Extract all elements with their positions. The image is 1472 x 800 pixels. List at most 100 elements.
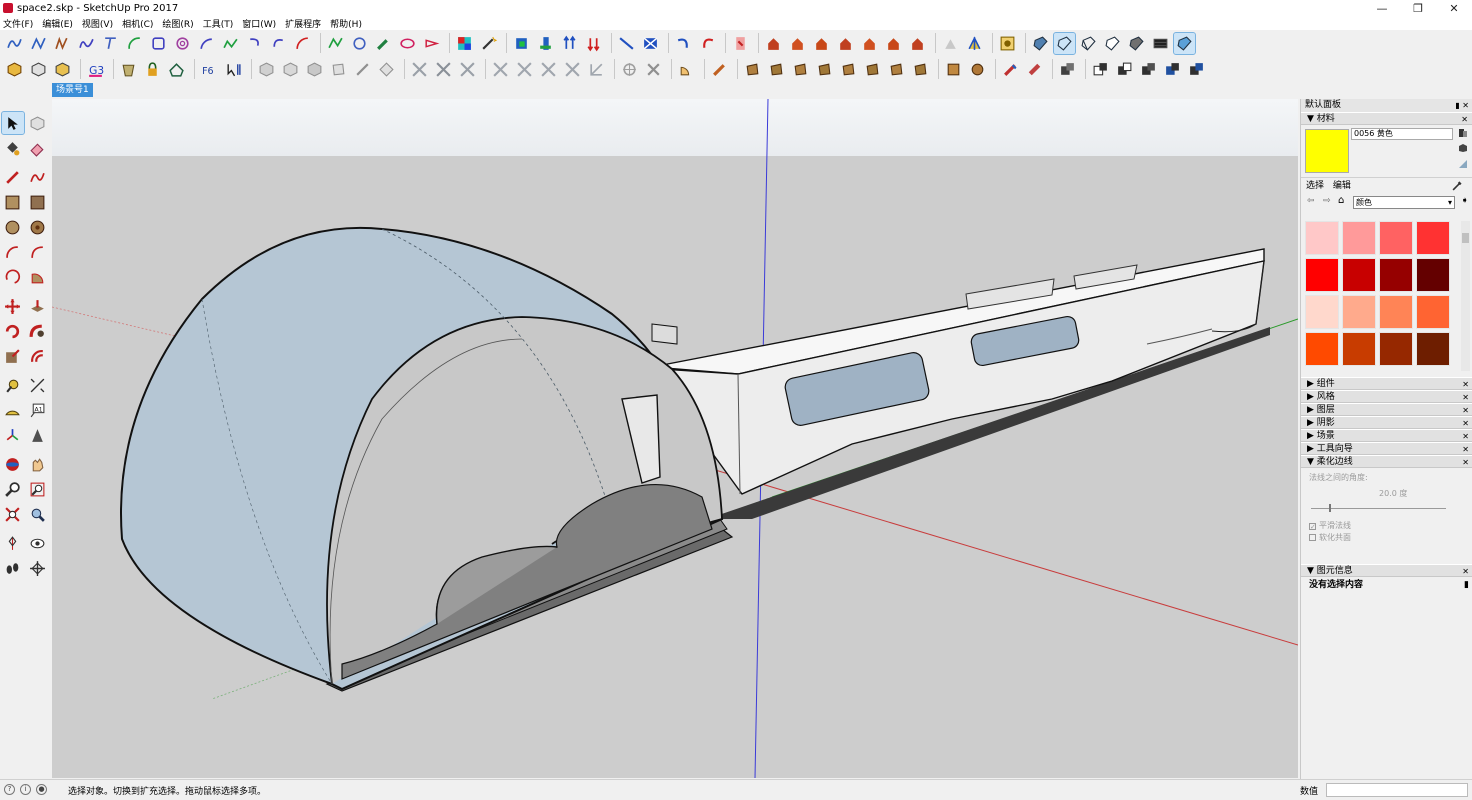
section-plane-icon[interactable] — [964, 33, 985, 54]
surface-tool7-icon[interactable] — [886, 59, 907, 80]
g3-extension-icon[interactable]: G3 — [85, 59, 106, 80]
section-entity-info[interactable]: ▼ 图元信息 ✕ — [1301, 564, 1472, 577]
grid-corner-icon[interactable] — [586, 59, 607, 80]
surface-tool1-icon[interactable] — [742, 59, 763, 80]
rotated-rectangle-icon[interactable] — [27, 191, 49, 213]
bezier-tool-icon[interactable] — [28, 33, 49, 54]
stretch-tool-icon[interactable] — [409, 59, 430, 80]
curve-tool-icon[interactable] — [4, 33, 25, 54]
hidden-line-style-icon[interactable] — [1102, 33, 1123, 54]
group-tool5-icon[interactable] — [1162, 59, 1183, 80]
position-camera-icon[interactable] — [2, 532, 24, 554]
menu-edit[interactable]: 编辑(E) — [42, 17, 73, 30]
group-tool6-icon[interactable] — [1186, 59, 1207, 80]
circle-large-icon[interactable] — [2, 216, 24, 238]
color-picker-icon[interactable] — [454, 33, 475, 54]
red-arc-icon[interactable] — [292, 33, 313, 54]
stretch-tool3-icon[interactable] — [457, 59, 478, 80]
minimize-button[interactable]: — — [1364, 0, 1400, 16]
color-swatch[interactable] — [1305, 258, 1339, 292]
two-point-arc-icon[interactable] — [27, 241, 49, 263]
axes-tool-icon[interactable] — [2, 424, 24, 446]
modeling-viewport[interactable] — [52, 99, 1298, 778]
line-tool-icon[interactable] — [2, 166, 24, 188]
menu-window[interactable]: 窗口(W) — [242, 17, 276, 30]
pie-tool-icon[interactable] — [27, 266, 49, 288]
section-instructor[interactable]: ▶ 工具向导 ✕ — [1301, 442, 1472, 455]
measure-line-icon[interactable] — [616, 33, 637, 54]
fredo-scale-icon[interactable]: F6 — [199, 59, 220, 80]
surface-tool6-icon[interactable] — [862, 59, 883, 80]
house-u-icon[interactable] — [787, 33, 808, 54]
menu-file[interactable]: 文件(F) — [3, 17, 33, 30]
scrollbar-thumb[interactable] — [1462, 233, 1469, 243]
tab-select[interactable]: 选择 — [1306, 181, 1324, 191]
zoom-window-icon[interactable] — [27, 478, 49, 500]
arc-tool-icon[interactable] — [124, 33, 145, 54]
menu-draw[interactable]: 绘图(R) — [162, 17, 193, 30]
text-tool-icon[interactable]: A1 — [27, 399, 49, 421]
surface-tool8-icon[interactable] — [910, 59, 931, 80]
close-button[interactable]: ✕ — [1436, 0, 1472, 16]
grid-x2-icon[interactable] — [514, 59, 535, 80]
angle-slider-track[interactable] — [1311, 508, 1446, 509]
stretch-tool2-icon[interactable] — [433, 59, 454, 80]
target-icon[interactable] — [619, 59, 640, 80]
eraser-icon[interactable] — [27, 137, 49, 159]
component-box-icon[interactable] — [4, 59, 25, 80]
surface-tool4-icon[interactable] — [814, 59, 835, 80]
house-outline-icon[interactable] — [166, 59, 187, 80]
extrude-tool-icon[interactable] — [535, 33, 556, 54]
ellipse-tool-icon[interactable] — [397, 33, 418, 54]
lock-icon[interactable]: ▮ — [1464, 577, 1469, 593]
quarter-circle-icon[interactable] — [676, 59, 697, 80]
tab-edit[interactable]: 编辑 — [1333, 181, 1351, 191]
tape-measure-icon[interactable] — [2, 374, 24, 396]
push-pull-down-icon[interactable] — [583, 33, 604, 54]
xray-style-icon[interactable] — [1030, 33, 1051, 54]
follow-me-icon[interactable] — [27, 320, 49, 342]
section-scenes[interactable]: ▶ 场景 ✕ — [1301, 429, 1472, 442]
look-around-icon[interactable] — [27, 532, 49, 554]
wave-line-icon[interactable] — [220, 33, 241, 54]
paint-bucket-icon[interactable] — [2, 137, 24, 159]
create-material-icon[interactable] — [1458, 143, 1469, 154]
user-icon[interactable]: ● — [36, 784, 47, 795]
color-swatch[interactable] — [1379, 258, 1413, 292]
paint-tool2-icon[interactable] — [1024, 59, 1045, 80]
solid-trim-icon[interactable] — [328, 59, 349, 80]
house-x-icon[interactable] — [763, 33, 784, 54]
back-edges-style-icon[interactable] — [1053, 31, 1076, 55]
group-tool4-icon[interactable] — [1138, 59, 1159, 80]
polyline-tool-icon[interactable] — [76, 33, 97, 54]
brush-tool-icon[interactable] — [373, 33, 394, 54]
surface-tool2-icon[interactable] — [766, 59, 787, 80]
loop-tool-icon[interactable] — [421, 33, 442, 54]
solid-split-icon[interactable] — [352, 59, 373, 80]
spiral-tool-icon[interactable] — [172, 33, 193, 54]
push-pull-up-icon[interactable] — [559, 33, 580, 54]
color-swatch[interactable] — [1342, 258, 1376, 292]
grid-x4-icon[interactable] — [562, 59, 583, 80]
polygon-tool-icon[interactable] — [27, 216, 49, 238]
group-tool2-icon[interactable] — [1090, 59, 1111, 80]
select-tool-icon[interactable] — [0, 111, 25, 135]
menu-view[interactable]: 视图(V) — [82, 17, 113, 30]
dimmed-shape-icon[interactable] — [940, 33, 961, 54]
menu-tools[interactable]: 工具(T) — [203, 17, 234, 30]
walk-tool-icon[interactable] — [2, 557, 24, 579]
component-box2-icon[interactable] — [28, 59, 49, 80]
section-components[interactable]: ▶ 组件 ✕ — [1301, 377, 1472, 390]
freehand-tool-icon[interactable] — [27, 166, 49, 188]
rectangle-tool-icon[interactable] — [148, 33, 169, 54]
flatten-tool-icon[interactable] — [511, 33, 532, 54]
credits-icon[interactable]: i — [20, 784, 31, 795]
shell-tool-icon[interactable] — [118, 59, 139, 80]
paint-tool1-icon[interactable] — [1000, 59, 1021, 80]
section-styles[interactable]: ▶ 风格 ✕ — [1301, 390, 1472, 403]
dimension-tool-icon[interactable] — [27, 374, 49, 396]
scene-box-icon[interactable] — [997, 33, 1018, 54]
restore-button[interactable]: ❐ — [1400, 0, 1436, 16]
group-tool3-icon[interactable] — [1114, 59, 1135, 80]
grid-x-icon[interactable] — [490, 59, 511, 80]
